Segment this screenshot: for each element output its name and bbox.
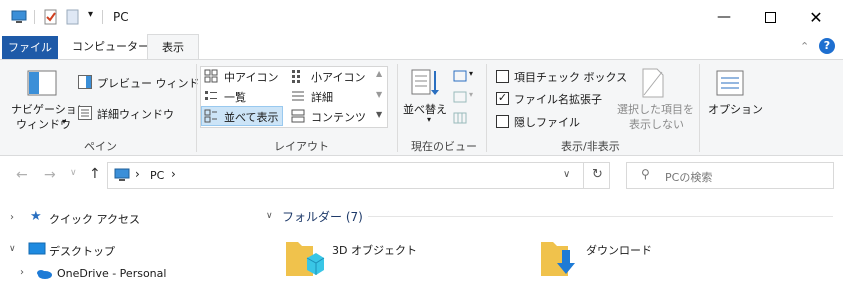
divider bbox=[583, 163, 584, 188]
layout-medium-icons[interactable]: 中アイコン bbox=[224, 69, 278, 85]
minimize-button[interactable]: — bbox=[701, 0, 747, 34]
layout-small-icons[interactable]: 小アイコン bbox=[311, 69, 365, 85]
current-view-group-label: 現在のビュー bbox=[411, 140, 477, 153]
hidden-items-checkbox[interactable] bbox=[496, 115, 509, 128]
address-bar[interactable]: › PC › ∨ ↻ bbox=[107, 162, 610, 189]
layout-group-label: レイアウト bbox=[274, 140, 329, 153]
desktop-icon bbox=[28, 242, 46, 259]
tab-file[interactable]: ファイル bbox=[2, 36, 58, 59]
breadcrumb-pc[interactable]: PC bbox=[150, 169, 164, 182]
hide-selected-icon[interactable] bbox=[640, 68, 666, 101]
properties-icon[interactable] bbox=[43, 9, 59, 25]
recent-locations-icon[interactable]: ∨ bbox=[70, 168, 77, 178]
forward-arrow-icon[interactable]: → bbox=[44, 167, 56, 183]
small-icons-icon bbox=[291, 69, 305, 83]
sort-by-icon[interactable] bbox=[411, 68, 441, 101]
content-view-icon bbox=[291, 109, 305, 123]
title-bar: ▾ PC — ✕ bbox=[0, 0, 843, 34]
divider bbox=[699, 64, 700, 152]
hide-selected-label-2[interactable]: 表示しない bbox=[629, 116, 684, 132]
layout-list[interactable]: 一覧 bbox=[224, 89, 246, 105]
chevron-down-icon[interactable]: ▾ bbox=[62, 117, 66, 126]
medium-icons-icon bbox=[204, 69, 218, 83]
hide-selected-label[interactable]: 選択した項目を bbox=[617, 101, 694, 117]
breadcrumb-chevron[interactable]: › bbox=[135, 167, 140, 181]
ribbon: ナビゲーション ウィンドウ ▾ プレビュー ウィンドウ 詳細ウィンドウ ペイン … bbox=[0, 59, 843, 156]
window-title: PC bbox=[113, 10, 129, 24]
collapse-chevron-icon[interactable]: ∨ bbox=[266, 211, 273, 221]
layout-details[interactable]: 詳細 bbox=[311, 89, 333, 105]
preview-pane-label[interactable]: プレビュー ウィンドウ bbox=[97, 75, 211, 91]
breadcrumb-chevron[interactable]: › bbox=[171, 167, 176, 181]
search-icon: ⚲ bbox=[641, 167, 650, 181]
show-hide-group-label: 表示/非表示 bbox=[561, 140, 620, 153]
folder-icon[interactable] bbox=[538, 236, 580, 278]
onedrive-icon bbox=[35, 268, 53, 283]
up-arrow-icon[interactable]: ↑ bbox=[89, 166, 101, 182]
preview-pane-icon[interactable] bbox=[78, 75, 92, 89]
nav-quick-access[interactable]: クイック アクセス bbox=[49, 211, 140, 227]
file-extensions-label[interactable]: ファイル名拡張子 bbox=[514, 91, 602, 107]
scroll-down-icon[interactable]: ▼ bbox=[376, 90, 382, 99]
chevron-down-icon[interactable]: ▾ bbox=[469, 90, 473, 99]
help-icon[interactable]: ? bbox=[819, 38, 835, 54]
nav-desktop[interactable]: デスクトップ bbox=[49, 243, 115, 259]
layout-tiles[interactable]: 並べて表示 bbox=[224, 109, 279, 125]
expand-gallery-icon[interactable]: ▼ bbox=[376, 110, 382, 119]
folder-item-3d-objects[interactable]: 3D オブジェクト bbox=[332, 242, 417, 258]
list-icon bbox=[204, 89, 218, 103]
navigation-pane-label[interactable]: ナビゲーション bbox=[11, 101, 88, 117]
folders-group-header[interactable]: フォルダー (7) bbox=[282, 208, 363, 225]
maximize-button[interactable] bbox=[747, 0, 793, 34]
details-view-icon bbox=[291, 89, 305, 103]
back-arrow-icon[interactable]: ← bbox=[16, 167, 28, 183]
computer-icon bbox=[114, 168, 130, 185]
folder-item-downloads[interactable]: ダウンロード bbox=[586, 242, 652, 258]
divider bbox=[486, 64, 487, 152]
search-box[interactable]: ⚲ PCの検索 bbox=[626, 162, 834, 189]
search-placeholder: PCの検索 bbox=[665, 171, 713, 184]
ribbon-tabs: ファイル コンピューター 表示 ⌃ ? bbox=[0, 34, 843, 60]
details-pane-icon[interactable] bbox=[78, 106, 92, 120]
pane-group-label: ペイン bbox=[84, 140, 117, 153]
new-folder-icon[interactable] bbox=[65, 9, 81, 25]
options-icon[interactable] bbox=[716, 70, 744, 99]
divider bbox=[196, 64, 197, 152]
expand-chevron-icon[interactable]: › bbox=[20, 267, 24, 278]
collapse-ribbon-icon[interactable]: ⌃ bbox=[800, 40, 809, 53]
divider bbox=[368, 216, 833, 217]
scroll-up-icon[interactable]: ▲ bbox=[376, 69, 382, 78]
collapse-chevron-icon[interactable]: ∨ bbox=[9, 244, 16, 254]
close-button[interactable]: ✕ bbox=[793, 0, 839, 34]
computer-icon[interactable] bbox=[11, 9, 27, 25]
refresh-icon[interactable]: ↻ bbox=[592, 167, 603, 182]
sort-by-button[interactable]: 並べ替え bbox=[403, 101, 447, 117]
chevron-down-icon[interactable]: ▾ bbox=[469, 69, 473, 78]
details-pane-label[interactable]: 詳細ウィンドウ bbox=[97, 106, 174, 122]
options-button[interactable]: オプション bbox=[708, 101, 763, 117]
folder-icon[interactable] bbox=[283, 236, 325, 278]
tab-view[interactable]: 表示 bbox=[147, 34, 199, 60]
divider bbox=[397, 64, 398, 152]
add-columns-icon[interactable] bbox=[453, 90, 467, 104]
item-checkboxes-label[interactable]: 項目チェック ボックス bbox=[514, 69, 627, 85]
divider bbox=[102, 10, 103, 24]
star-icon: ★ bbox=[30, 209, 42, 224]
chevron-down-icon[interactable]: ∨ bbox=[563, 169, 570, 180]
group-by-icon[interactable] bbox=[453, 69, 467, 83]
tiles-icon bbox=[204, 109, 218, 123]
nav-onedrive[interactable]: OneDrive - Personal bbox=[57, 267, 166, 280]
file-extensions-checkbox[interactable]: ✓ bbox=[496, 92, 509, 105]
navigation-pane-icon[interactable] bbox=[27, 70, 57, 99]
tab-computer[interactable]: コンピューター bbox=[64, 34, 157, 59]
expand-chevron-icon[interactable]: › bbox=[10, 212, 14, 223]
item-checkboxes-checkbox[interactable] bbox=[496, 70, 509, 83]
layout-content[interactable]: コンテンツ bbox=[311, 109, 366, 125]
hidden-items-label[interactable]: 隠しファイル bbox=[514, 114, 580, 130]
chevron-down-icon[interactable]: ▾ bbox=[88, 9, 93, 20]
chevron-down-icon[interactable]: ▾ bbox=[427, 115, 431, 124]
divider bbox=[34, 10, 35, 24]
size-columns-icon[interactable] bbox=[453, 111, 467, 125]
